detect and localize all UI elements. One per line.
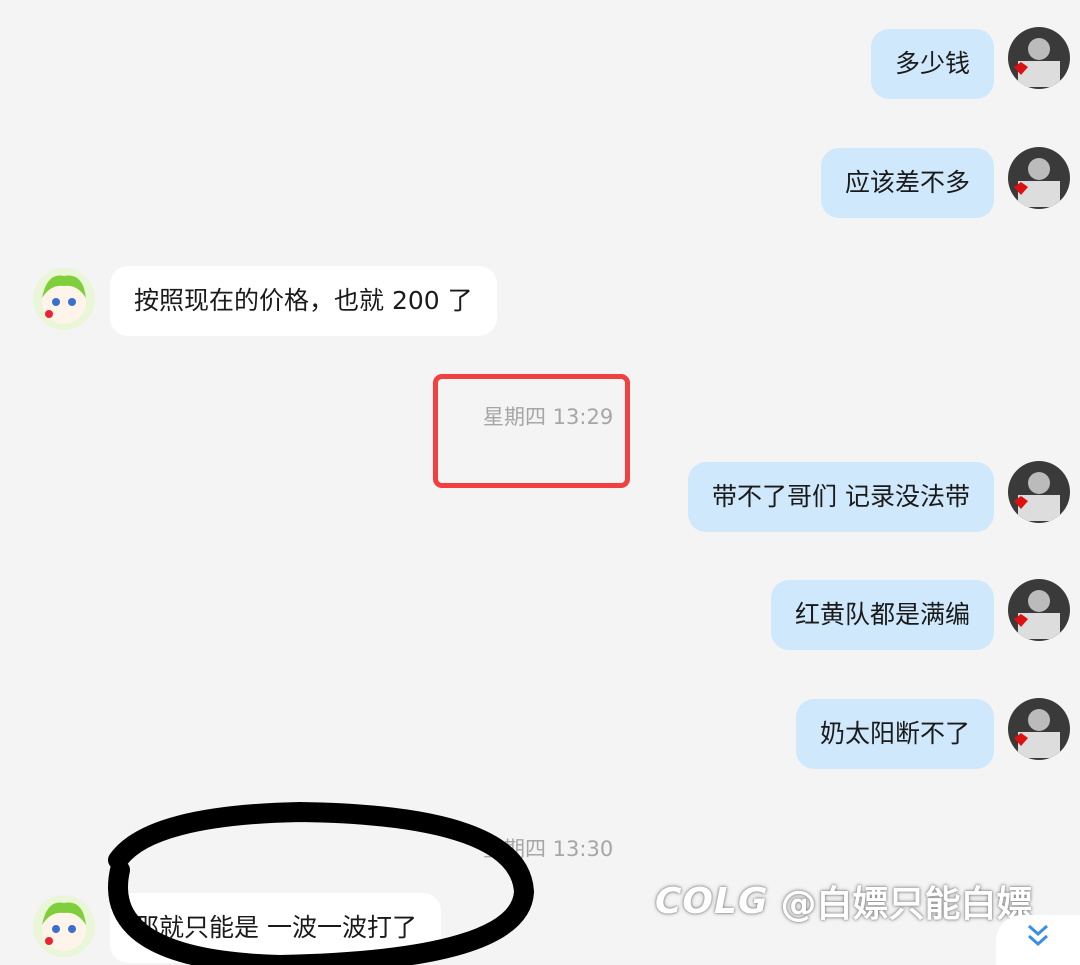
watermark: COLG @白嫖只能白嫖 — [655, 875, 1033, 927]
watermark-logo: COLG — [655, 880, 769, 922]
double-chevron-down-icon — [1028, 924, 1048, 947]
watermark-handle: @白嫖只能白嫖 — [780, 884, 1033, 925]
scroll-to-bottom-button[interactable] — [996, 915, 1080, 965]
scribble-ellipse — [108, 801, 535, 965]
